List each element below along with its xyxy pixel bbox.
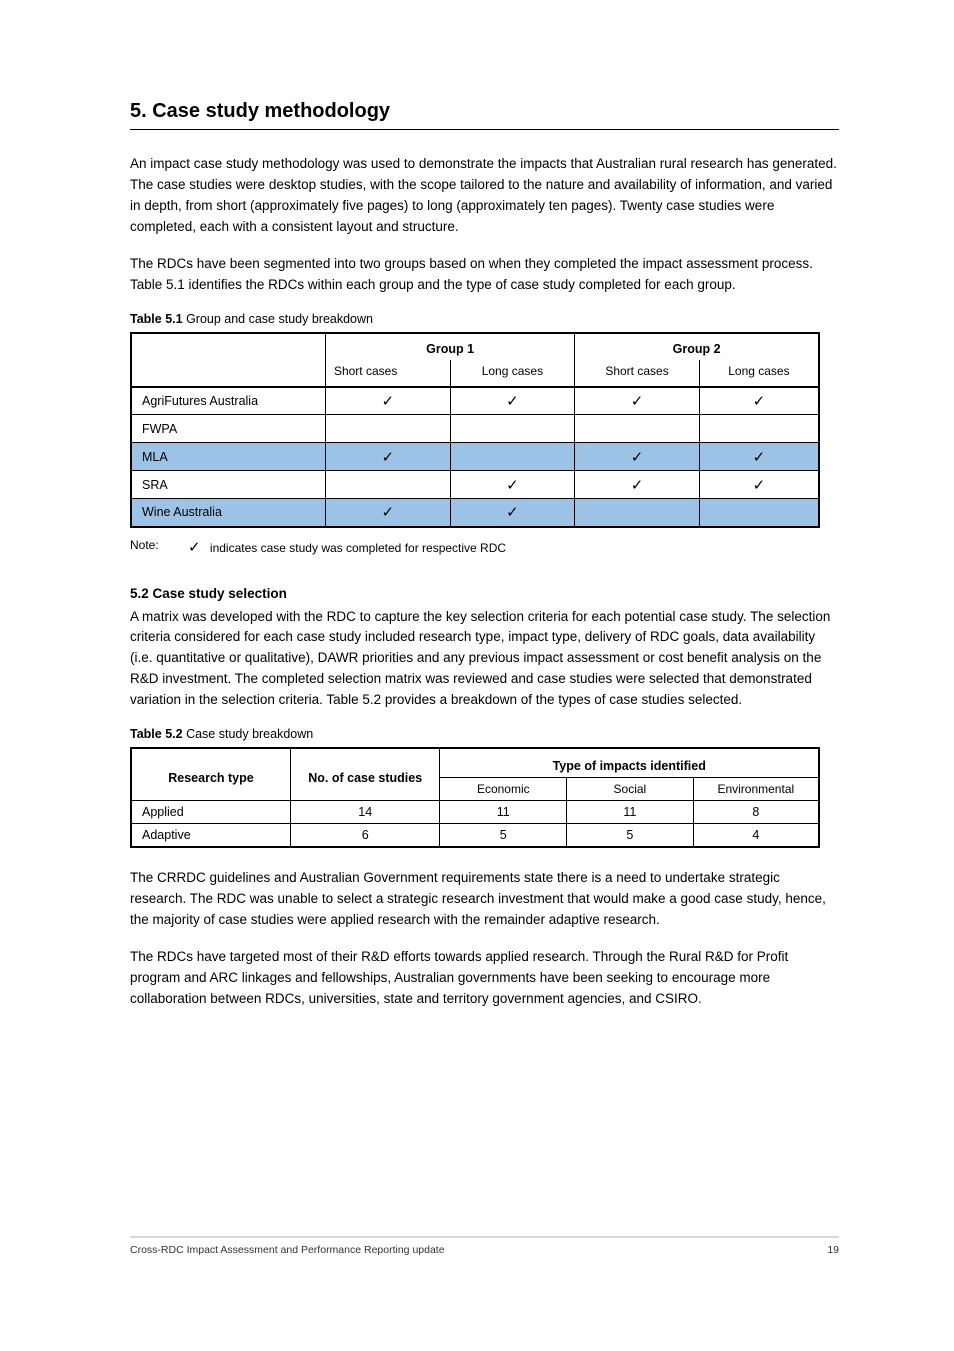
t2-head-count: No. of case studies [290,748,439,801]
check-icon: ✓ [753,449,766,466]
note-label: Note: [130,538,178,552]
t2-cell: 11 [567,801,694,824]
check-icon: ✓ [631,393,644,410]
table1-note: Note: ✓ indicates case study was complet… [130,538,839,556]
t1-cell [699,415,819,443]
t2-head-research-type: Research type [131,748,290,801]
t1-cell: ✓ [450,387,575,415]
t1-cell: ✓ [325,443,450,471]
footer-page-number: 19 [827,1244,839,1256]
intro-paragraph-2: The RDCs have been segmented into two gr… [130,254,839,296]
table1-caption-text: Group and case study breakdown [186,312,373,326]
t2-cell: 4 [693,824,819,848]
note-text: indicates case study was completed for r… [210,541,506,555]
table1-caption: Table 5.1 Group and case study breakdown [130,312,839,326]
t1-row-label: FWPA [131,415,325,443]
table-row: Wine Australia ✓ ✓ [131,499,819,527]
table-row: FWPA [131,415,819,443]
t2-cell: 8 [693,801,819,824]
table-row: MLA ✓ ✓ ✓ [131,443,819,471]
t1-cell: ✓ [699,387,819,415]
t2-row-label: Adaptive [131,824,290,848]
t2-body: Applied1411118Adaptive6554 [131,801,819,848]
t2-cell: 5 [567,824,694,848]
table2-label: Table 5.2 [130,727,183,741]
check-icon: ✓ [506,477,519,494]
t1-body: AgriFutures Australia ✓ ✓ ✓ ✓ FWPAMLA ✓ ✓ ✓ SRA ✓ ✓… [131,387,819,527]
t1-cell [325,415,450,443]
t1-row-label: Wine Australia [131,499,325,527]
table2-caption-text: Case study breakdown [186,727,313,741]
check-icon: ✓ [506,393,519,410]
t1-sub-short-2: Short cases [575,360,700,387]
t1-cell [325,471,450,499]
check-icon: ✓ [753,393,766,410]
table-row: AgriFutures Australia ✓ ✓ ✓ ✓ [131,387,819,415]
t1-head-group1: Group 1 [325,333,574,360]
check-icon: ✓ [381,393,394,410]
t1-row-label: MLA [131,443,325,471]
t1-cell [450,415,575,443]
t1-cell [575,499,700,527]
check-icon: ✓ [753,477,766,494]
check-icon: ✓ [188,539,201,556]
t1-cell: ✓ [450,499,575,527]
table2-caption: Table 5.2 Case study breakdown [130,727,839,741]
t1-cell: ✓ [699,443,819,471]
footer-left-text: Cross-RDC Impact Assessment and Performa… [130,1244,445,1256]
section-title: 5. Case study methodology [130,100,839,130]
t1-head-group2: Group 2 [575,333,819,360]
t1-cell: ✓ [575,443,700,471]
check-icon: ✓ [506,504,519,521]
t2-cell: 11 [440,801,567,824]
table1-label: Table 5.1 [130,312,183,326]
t2-cell: 5 [440,824,567,848]
t1-row-label: AgriFutures Australia [131,387,325,415]
t1-cell: ✓ [575,387,700,415]
t1-sub-short-1: Short cases [325,360,450,387]
t1-cell: ✓ [575,471,700,499]
table-row: Applied1411118 [131,801,819,824]
check-icon: ✓ [381,449,394,466]
t2-sub-environmental: Environmental [693,778,819,801]
t1-row-label: SRA [131,471,325,499]
footer-rule [130,1236,839,1238]
check-icon: ✓ [631,449,644,466]
outro-paragraph-1: The CRRDC guidelines and Australian Gove… [130,868,839,931]
t1-cell: ✓ [325,499,450,527]
check-icon: ✓ [381,504,394,521]
t2-row-label: Applied [131,801,290,824]
outro-paragraph-2: The RDCs have targeted most of their R&D… [130,947,839,1010]
t2-cell: 6 [290,824,439,848]
table-row: SRA ✓ ✓ ✓ [131,471,819,499]
subsection-5-2-heading: 5.2 Case study selection [130,586,839,601]
t2-cell: 14 [290,801,439,824]
t1-cell: ✓ [699,471,819,499]
check-icon: ✓ [631,477,644,494]
t1-cell [699,499,819,527]
intro-paragraph-1: An impact case study methodology was use… [130,154,839,238]
table-case-study-breakdown: Research type No. of case studies Type o… [130,747,820,848]
page-footer: Cross-RDC Impact Assessment and Performa… [0,1236,954,1256]
t1-cell: ✓ [325,387,450,415]
note-content: ✓ indicates case study was completed for… [188,538,506,556]
table-group-case-breakdown: Group 1 Group 2 Short cases Long cases S… [130,332,820,528]
t1-cell [450,443,575,471]
t1-sub-long-2: Long cases [699,360,819,387]
t1-cell [575,415,700,443]
section-5-2-para: A matrix was developed with the RDC to c… [130,607,839,712]
t2-head-impact-group: Type of impacts identified [440,748,819,778]
table-row: Adaptive6554 [131,824,819,848]
t1-head-blank [131,333,325,387]
t1-sub-long-1: Long cases [450,360,575,387]
t2-sub-social: Social [567,778,694,801]
t2-sub-economic: Economic [440,778,567,801]
t1-cell: ✓ [450,471,575,499]
